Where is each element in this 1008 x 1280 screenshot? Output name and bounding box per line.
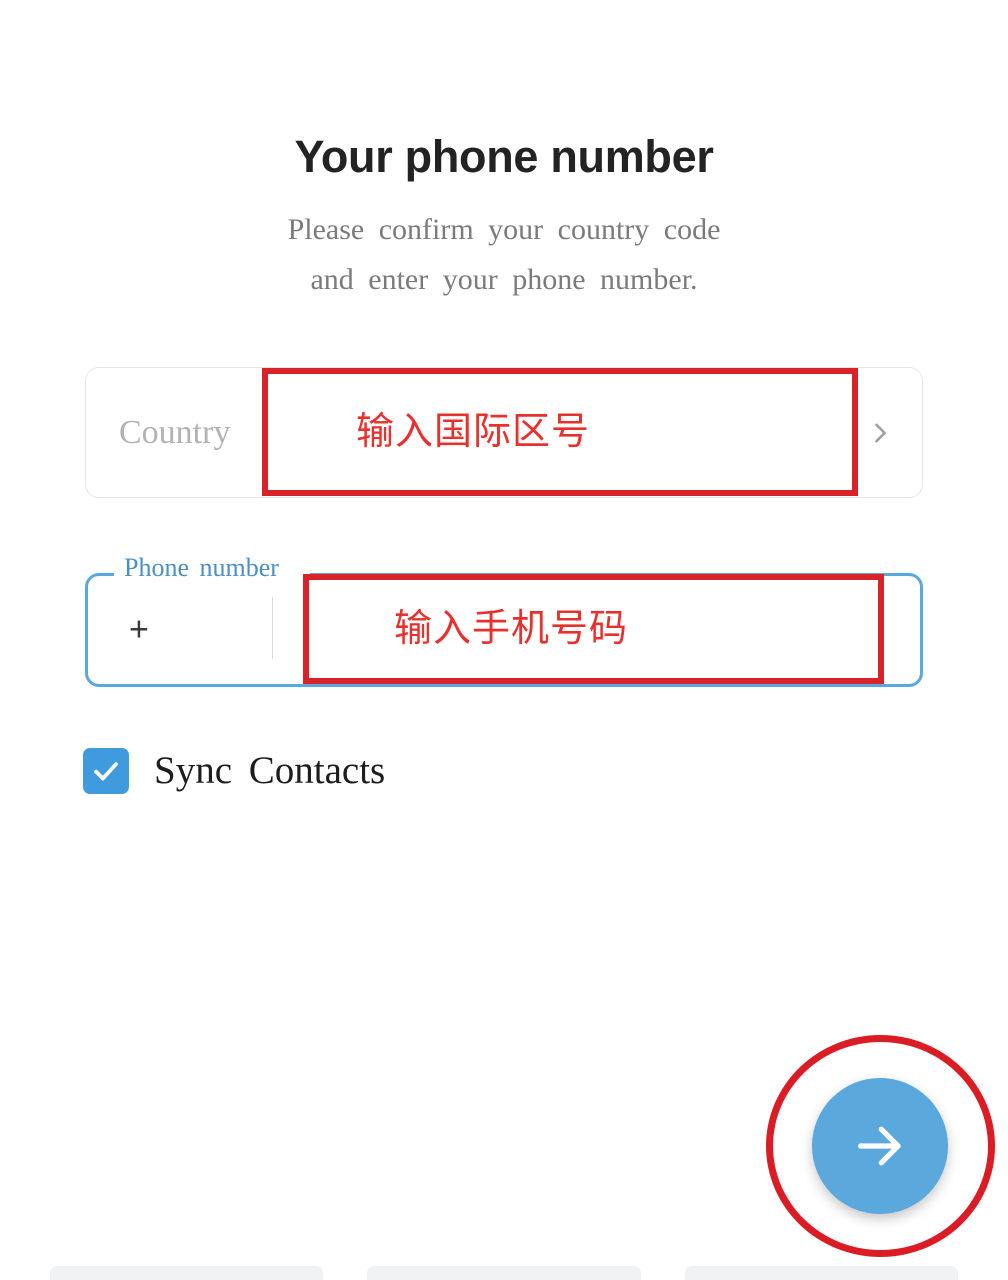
keyboard-top-edge — [0, 1258, 1008, 1280]
chevron-right-icon — [866, 419, 894, 447]
annotation-text-country-code: 输入国际区号 — [356, 411, 591, 453]
phone-prefix-plus: + — [129, 610, 149, 649]
annotation-box-country-code: 输入国际区号 — [262, 368, 858, 496]
annotation-box-phone-number: 输入手机号码 — [303, 574, 884, 684]
page-subtitle: Please confirm your country code and ent… — [0, 205, 1008, 305]
sync-contacts-row[interactable]: Sync Contacts — [83, 748, 385, 794]
sync-contacts-label: Sync Contacts — [154, 749, 386, 792]
page-subtitle-line-1: Please confirm your country code — [287, 213, 721, 246]
phone-field-divider — [272, 597, 273, 659]
page-subtitle-line-2: and enter your phone number. — [310, 263, 698, 296]
keyboard-key[interactable] — [684, 1266, 958, 1280]
page-title: Your phone number — [294, 131, 714, 182]
country-label: Country — [119, 413, 231, 451]
phone-number-screen: Your phone number Please confirm your co… — [0, 0, 1008, 1280]
keyboard-key[interactable] — [50, 1266, 324, 1280]
arrow-right-icon — [849, 1115, 911, 1177]
sync-contacts-checkbox[interactable] — [83, 748, 129, 794]
annotation-text-phone-number: 输入手机号码 — [394, 608, 629, 650]
keyboard-key[interactable] — [367, 1266, 641, 1280]
phone-number-floating-label: Phone number — [120, 553, 283, 583]
checkmark-icon — [91, 756, 121, 786]
next-button[interactable] — [812, 1078, 948, 1214]
